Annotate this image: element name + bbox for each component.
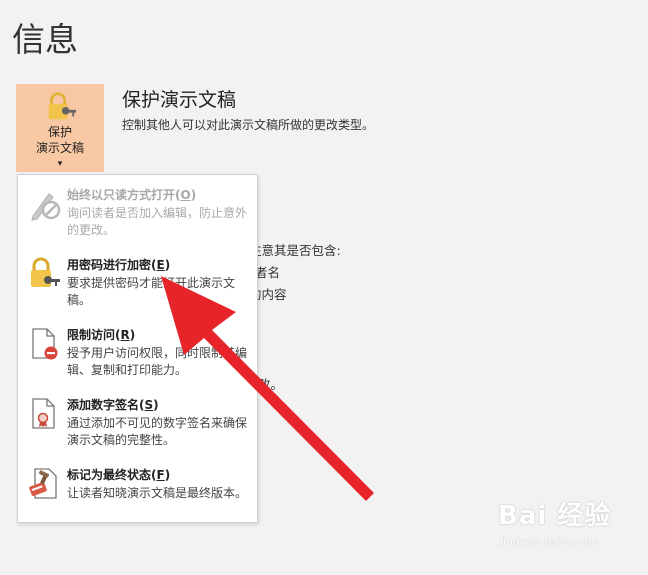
menu-item-hotkey: O (180, 188, 191, 202)
menu-item-description: 要求提供密码才能打开此演示文稿。 (67, 276, 236, 307)
document-ribbon-icon (32, 398, 55, 429)
final-stamp-icon (29, 468, 57, 499)
pencil-prohibited-icon (31, 193, 61, 221)
protect-button-label: 保护 演示文稿 ▾ (36, 124, 84, 172)
menu-item-title: 始终以只读方式打开 (67, 188, 176, 202)
menu-item-title: 限制访问 (67, 328, 116, 342)
section-description: 控制其他人可以对此演示文稿所做的更改类型。 (122, 118, 375, 132)
chevron-down-icon: ▾ (57, 159, 63, 169)
background-text: 改。 (258, 377, 284, 392)
menu-item-hotkey: E (156, 258, 165, 272)
background-text: 注意其是否包含: (249, 243, 341, 258)
page-title: 信息 (12, 20, 78, 59)
menu-item-mark-final[interactable]: 标记为最终状态(F) 让读者知晓演示文稿是最终版本。 (18, 458, 257, 526)
watermark-url: jingyan.baidu.com (500, 535, 602, 548)
background-text: 者名 (255, 265, 281, 280)
protect-dropdown-menu: 始终以只读方式打开(O) 询问读者是否加入编辑，防止意外的更改。 用密码进行加密… (17, 174, 258, 523)
menu-item-title: 添加数字签名 (67, 398, 140, 412)
watermark-brand: Bai 经验 (498, 501, 612, 531)
menu-item-hotkey: R (120, 328, 130, 342)
menu-item-description: 询问读者是否加入编辑，防止意外的更改。 (67, 206, 248, 237)
menu-item-hotkey: F (156, 468, 165, 482)
menu-item-title: 标记为最终状态 (67, 468, 152, 482)
section-title: 保护演示文稿 (122, 89, 237, 111)
menu-item-read-only[interactable]: 始终以只读方式打开(O) 询问读者是否加入编辑，防止意外的更改。 (18, 178, 257, 246)
lock-key-icon (48, 92, 77, 120)
protect-presentation-button[interactable]: 保护 演示文稿 ▾ (16, 84, 104, 172)
menu-item-encrypt-password[interactable]: 用密码进行加密(E) 要求提供密码才能打开此演示文稿。 (18, 248, 257, 316)
menu-item-description: 让读者知晓演示文稿是最终版本。 (67, 486, 248, 500)
menu-item-digital-signature[interactable]: 添加数字签名(S) 通过添加不可见的数字签名来确保演示文稿的完整性。 (18, 388, 257, 456)
menu-item-description: 通过添加不可见的数字签名来确保演示文稿的完整性。 (67, 416, 248, 447)
menu-item-title: 用密码进行加密 (67, 258, 152, 272)
menu-item-description: 授予用户访问权限，同时限制其编辑、复制和打印能力。 (67, 346, 248, 377)
menu-item-hotkey: S (144, 398, 154, 412)
lock-key-icon (31, 257, 60, 287)
watermark: Bai 经验 jingyan.baidu.com (498, 495, 623, 557)
menu-item-restrict-access[interactable]: 限制访问(R) 授予用户访问权限，同时限制其编辑、复制和打印能力。 (18, 318, 257, 386)
document-restrict-icon (32, 328, 58, 360)
